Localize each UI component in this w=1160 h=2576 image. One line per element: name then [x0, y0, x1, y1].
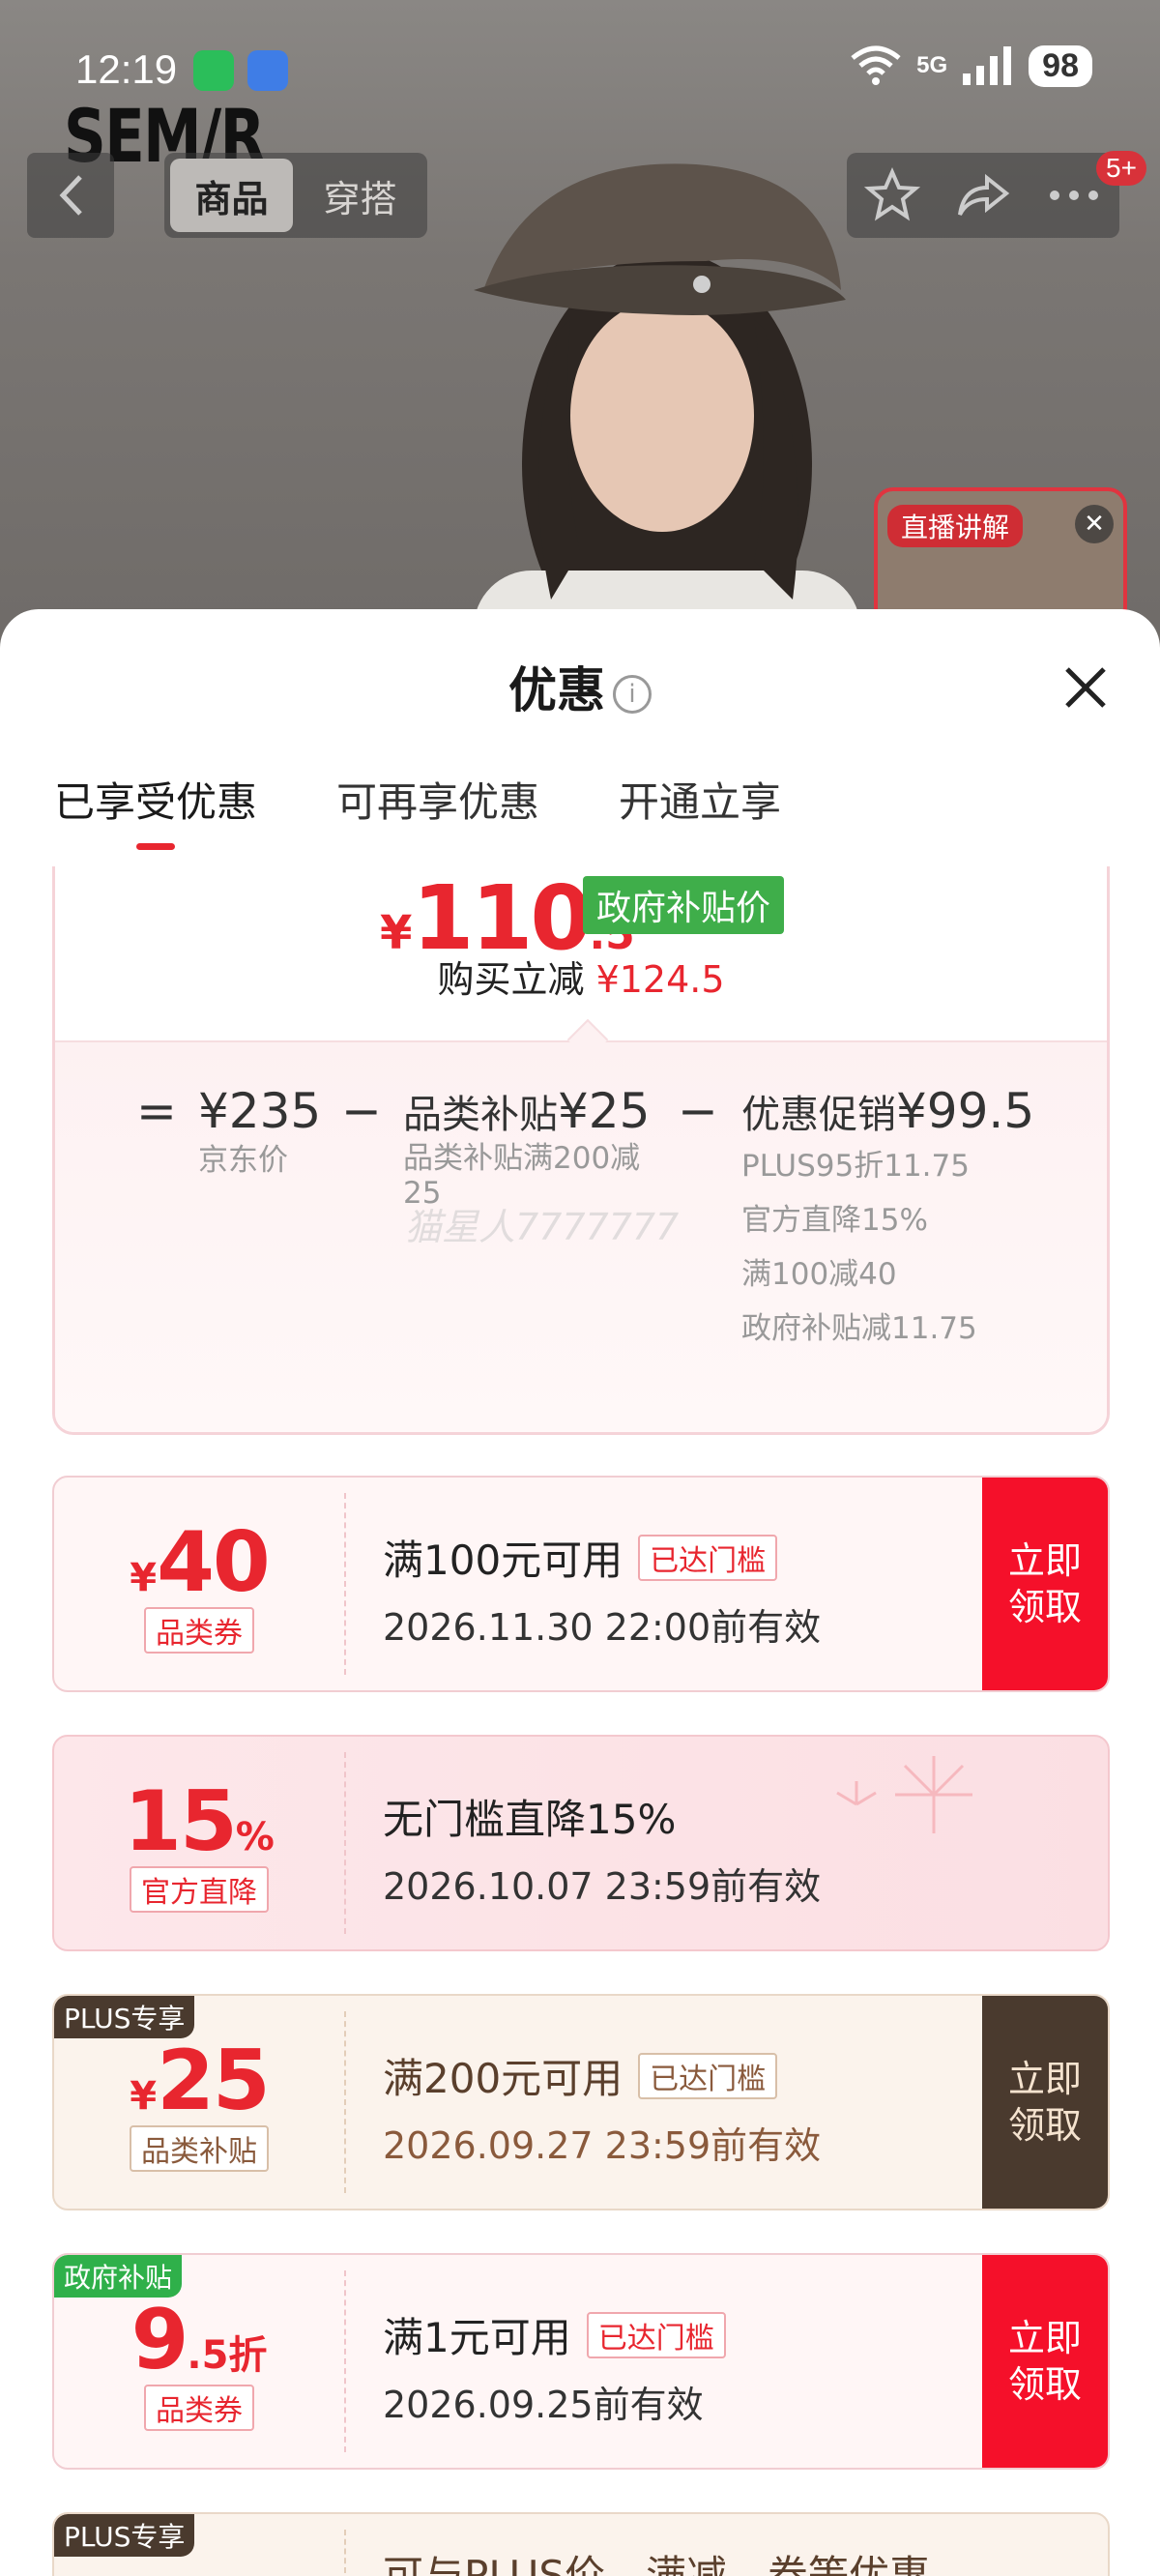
header-tabs: 商品 穿搭: [164, 153, 427, 238]
star-icon[interactable]: [863, 166, 921, 224]
coupon-value: ¥40: [54, 1514, 344, 1611]
coupon-validity: 2026.09.25前有效: [383, 2384, 704, 2426]
minus-sign: −: [678, 1083, 718, 1139]
threshold-reached-badge: 已达门槛: [638, 2052, 778, 2099]
jd-price-cell: ¥235 京东价: [198, 1083, 321, 1180]
tab-more-available[interactable]: 可再享优惠: [336, 770, 539, 829]
notification-badge: 5+: [1096, 151, 1146, 186]
coupon-value-number: 40: [157, 1514, 271, 1611]
minus-sign: −: [341, 1083, 382, 1139]
jd-price: ¥235: [198, 1083, 322, 1139]
coupon-divider: [344, 2011, 346, 2193]
coupon-card: PLUS专享 可与PLUS价、满减、券等优惠: [52, 2512, 1110, 2576]
coupon-kind: 官方直降: [130, 1866, 269, 1913]
share-icon[interactable]: [954, 166, 1012, 224]
coupon-value: 15%: [54, 1773, 344, 1870]
close-icon[interactable]: [1061, 663, 1110, 712]
coupon-card: 15% 官方直降 无门槛直降15% 2026.10.07 23:59前有效: [52, 1735, 1110, 1951]
promotion-value: ¥99.5: [896, 1083, 1035, 1139]
coupon-divider: [344, 2270, 346, 2452]
coupon-condition: 满1元可用: [383, 2314, 571, 2361]
coupon-value-number: 25: [157, 2033, 271, 2129]
coupon-value-number: 9: [130, 2292, 189, 2388]
product-image-area: SEM/R 12:19 5G 98 商品 穿搭 5+ 直播讲解 ✕: [0, 0, 1160, 658]
plus-exclusive-tag: PLUS专享: [54, 2514, 195, 2557]
coupon-condition: 满200元可用: [383, 2055, 624, 2102]
category-subsidy-cell: 品类补贴¥25 品类补贴满200减 25: [403, 1083, 650, 1211]
coupon-value-suffix: %: [235, 1815, 275, 1859]
coupon-validity: 2026.11.30 22:00前有效: [383, 1606, 822, 1649]
app-notification-icon: [247, 50, 288, 91]
back-button[interactable]: [27, 153, 114, 238]
promotion-item: 政府补贴减11.75: [741, 1311, 977, 1346]
tab-outfit[interactable]: 穿搭: [299, 159, 421, 232]
firework-decoration-icon: [836, 1756, 972, 1833]
promotion-item: PLUS95折11.75: [741, 1149, 970, 1184]
claim-coupon-button[interactable]: 立即 领取: [982, 2255, 1108, 2468]
coupon-divider: [344, 1752, 346, 1934]
tab-product[interactable]: 商品: [170, 159, 293, 232]
status-time: 12:19: [75, 46, 178, 92]
sheet-title: 优惠: [508, 662, 605, 718]
category-subsidy-title: 品类补贴: [403, 1093, 558, 1137]
equals-sign: =: [136, 1083, 177, 1139]
coupon-condition: 可与PLUS价、满减、券等优惠: [383, 2552, 931, 2576]
coupon-value-prefix: ¥: [130, 2074, 158, 2119]
promotion-item: 官方直降15%: [741, 1203, 928, 1238]
header-actions: [847, 153, 1119, 238]
coupon-value-suffix: .5折: [187, 2333, 268, 2378]
promotion-title: 优惠促销: [741, 1093, 896, 1137]
coupon-divider: [344, 1493, 346, 1675]
chevron-left-icon: [59, 175, 82, 216]
wifi-icon: [851, 45, 901, 85]
coupon-value: 9.5折: [54, 2292, 344, 2388]
coupon-validity: 2026.09.27 23:59前有效: [383, 2124, 822, 2167]
coupon-value: ¥25: [54, 2033, 344, 2129]
threshold-reached-badge: 已达门槛: [638, 1534, 778, 1581]
more-icon[interactable]: [1045, 166, 1103, 224]
category-subsidy-detail: 品类补贴满200减: [403, 1141, 641, 1176]
coupon-divider: [344, 2530, 346, 2576]
coupon-validity: 2026.10.07 23:59前有效: [383, 1865, 822, 1908]
network-type: 5G: [916, 52, 948, 78]
instant-reduction: 购买立减 ¥124.5: [55, 950, 1107, 1003]
promotion-cell: 优惠促销¥99.5 PLUS95折11.75 官方直降15% 满100减40 政…: [741, 1083, 1034, 1356]
coupon-kind: 品类补贴: [130, 2125, 269, 2172]
claim-coupon-button[interactable]: 立即 领取: [982, 1996, 1108, 2209]
sheet-title-row: 优惠 i: [0, 652, 1160, 721]
coupon-condition: 满100元可用: [383, 1537, 624, 1584]
wechat-icon: [193, 50, 234, 91]
claim-coupon-button[interactable]: 立即 领取: [982, 1478, 1108, 1690]
reduction-value: ¥124.5: [595, 958, 725, 1001]
info-icon[interactable]: i: [613, 674, 652, 714]
coupon-condition: 无门槛直降15%: [383, 1796, 677, 1843]
battery-level: 98: [1029, 44, 1092, 87]
coupon-card: ¥40 品类券 满100元可用 已达门槛 2026.11.30 22:00前有效 …: [52, 1476, 1110, 1692]
user-watermark: 猫星人7777777: [405, 1206, 680, 1248]
jd-price-label: 京东价: [198, 1143, 288, 1178]
tab-activate[interactable]: 开通立享: [619, 770, 781, 829]
category-subsidy-value: ¥25: [558, 1083, 651, 1139]
coupon-value-number: 15: [124, 1773, 238, 1870]
coupon-card: 政府补贴 9.5折 品类券 满1元可用 已达门槛 2026.09.25前有效 立即…: [52, 2253, 1110, 2470]
discount-sheet: 优惠 i 已享受优惠 可再享优惠 开通立享 ¥ 110 .5 政府补贴价 购买立减…: [0, 609, 1160, 2576]
tab-enjoyed[interactable]: 已享受优惠: [54, 770, 257, 829]
status-bar: 12:19 5G 98: [0, 39, 1160, 106]
threshold-reached-badge: 已达门槛: [586, 2311, 726, 2358]
close-icon[interactable]: ✕: [1075, 505, 1114, 543]
discount-tabs: 已享受优惠 可再享优惠 开通立享: [54, 770, 781, 829]
live-label: 直播讲解: [887, 505, 1024, 547]
signal-icon: [963, 46, 1012, 85]
coupon-value-prefix: ¥: [130, 1556, 158, 1600]
coupon-card: PLUS专享 ¥25 品类补贴 满200元可用 已达门槛 2026.09.27 2…: [52, 1994, 1110, 2210]
promotion-item: 满100减40: [741, 1257, 897, 1292]
coupon-kind: 品类券: [144, 1607, 254, 1654]
price-summary-card: ¥ 110 .5 政府补贴价 购买立减 ¥124.5 = ¥235 京东价 − …: [52, 866, 1110, 1435]
coupon-kind: 品类券: [144, 2385, 254, 2431]
reduction-label: 购买立减: [437, 958, 585, 1001]
product-model-image: [474, 163, 860, 658]
gov-subsidy-price-tag: 政府补贴价: [583, 876, 785, 934]
